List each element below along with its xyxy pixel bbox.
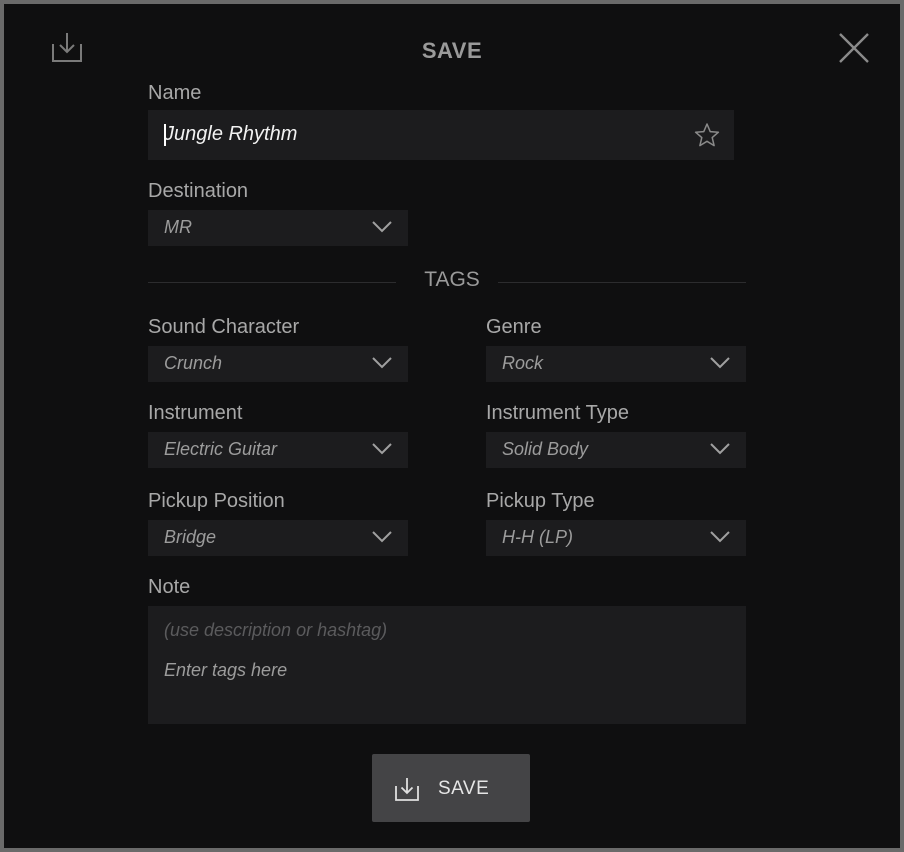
text-caret (164, 124, 166, 146)
save-button-label: SAVE (438, 778, 490, 799)
instrument-type-value: Solid Body (502, 439, 589, 459)
pickup-type-label: Pickup Type (486, 490, 595, 512)
destination-label: Destination (148, 180, 249, 202)
sound-character-label: Sound Character (148, 316, 300, 338)
chevron-down-icon (372, 443, 392, 455)
instrument-label: Instrument (148, 402, 243, 424)
chevron-down-icon (710, 357, 730, 369)
pickup-type-select[interactable]: H-H (LP) (486, 520, 746, 556)
divider-right (498, 282, 746, 283)
name-label: Name (148, 82, 202, 104)
chevron-down-icon (372, 357, 392, 369)
genre-value: Rock (502, 353, 544, 373)
pickup-position-label: Pickup Position (148, 490, 285, 512)
save-dialog: SAVE Name Jungle Rhythm Destination MR T… (4, 4, 900, 848)
note-textarea[interactable]: (use description or hashtag) Enter tags … (148, 606, 746, 724)
chevron-down-icon (710, 443, 730, 455)
instrument-value: Electric Guitar (164, 439, 278, 459)
dialog-title: SAVE (421, 38, 483, 63)
tags-heading: TAGS (424, 268, 480, 291)
chevron-down-icon (710, 531, 730, 543)
chevron-down-icon (372, 221, 392, 233)
save-button[interactable]: SAVE (372, 754, 530, 822)
note-value: Enter tags here (164, 660, 288, 680)
name-input[interactable]: Jungle Rhythm (148, 110, 734, 160)
chevron-down-icon (372, 531, 392, 543)
instrument-select[interactable]: Electric Guitar (148, 432, 408, 468)
instrument-type-label: Instrument Type (486, 402, 630, 424)
pickup-position-value: Bridge (164, 527, 217, 547)
sound-character-select[interactable]: Crunch (148, 346, 408, 382)
genre-select[interactable]: Rock (486, 346, 746, 382)
pickup-type-value: H-H (LP) (502, 527, 573, 547)
note-placeholder: (use description or hashtag) (164, 620, 388, 640)
sound-character-value: Crunch (164, 353, 223, 373)
destination-select[interactable]: MR (148, 210, 408, 246)
destination-value: MR (164, 217, 192, 237)
pickup-position-select[interactable]: Bridge (148, 520, 408, 556)
close-icon[interactable] (836, 30, 872, 66)
download-tray-icon (395, 778, 419, 801)
genre-label: Genre (486, 316, 542, 338)
instrument-type-select[interactable]: Solid Body (486, 432, 746, 468)
note-label: Note (148, 576, 191, 598)
name-input-value: Jungle Rhythm (164, 123, 298, 145)
star-icon[interactable] (694, 122, 720, 148)
